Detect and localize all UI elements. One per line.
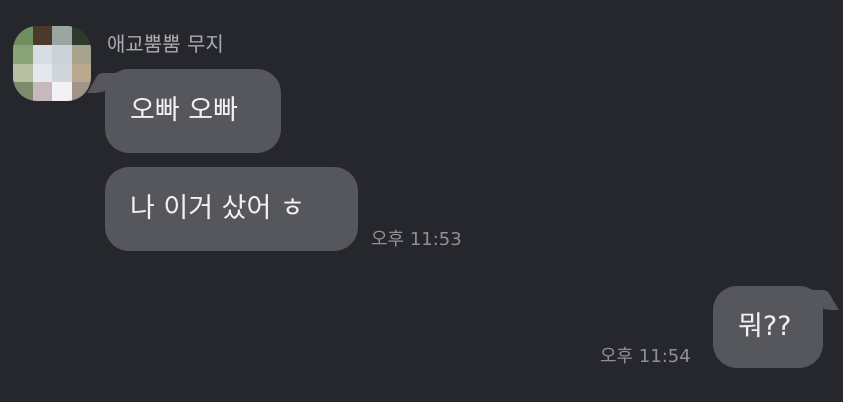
outgoing-message-bubble[interactable]: 뭐?? xyxy=(713,286,823,368)
avatar-pixel xyxy=(52,82,72,101)
avatar-pixel xyxy=(13,82,33,101)
message-timestamp: 오후 11:54 xyxy=(600,346,691,367)
avatar-pixel xyxy=(71,26,91,45)
avatar-pixel xyxy=(13,63,33,83)
avatar-pixel xyxy=(52,44,72,64)
avatar-pixel xyxy=(32,82,52,101)
message-text: 나 이거 샀어 ㅎ xyxy=(130,193,305,224)
avatar-pixel xyxy=(32,26,52,45)
avatar-pixel xyxy=(13,44,33,64)
sender-avatar[interactable] xyxy=(13,26,91,101)
sender-name: 애교뿜뿜 무지 xyxy=(107,32,224,56)
avatar-pixel xyxy=(52,26,72,45)
chat-view: 애교뿜뿜 무지 오빠 오빠 나 이거 샀어 ㅎ 오후 11:53 뭐?? 오후 … xyxy=(0,0,843,402)
avatar-pixel xyxy=(13,26,33,45)
avatar-pixel xyxy=(71,44,91,64)
message-text: 뭐?? xyxy=(738,311,792,342)
avatar-pixel xyxy=(52,63,72,83)
incoming-message-bubble[interactable]: 오빠 오빠 xyxy=(105,69,281,153)
avatar-pixel xyxy=(71,63,91,83)
message-timestamp: 오후 11:53 xyxy=(371,229,462,250)
incoming-message-bubble[interactable]: 나 이거 샀어 ㅎ xyxy=(105,167,358,251)
avatar-pixel xyxy=(32,44,52,64)
avatar-pixel xyxy=(32,63,52,83)
message-text: 오빠 오빠 xyxy=(130,95,238,126)
